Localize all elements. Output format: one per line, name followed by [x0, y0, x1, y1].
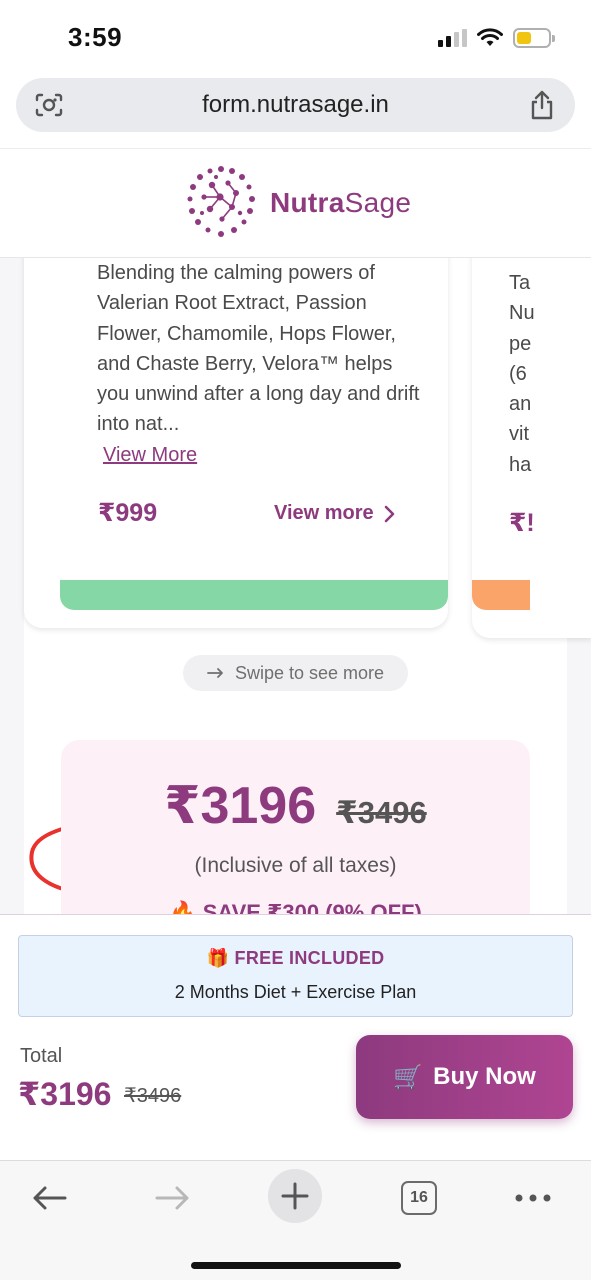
wifi-icon — [477, 28, 503, 46]
tab-switcher-button[interactable]: 16 — [396, 1173, 442, 1223]
free-included-subtitle: 2 Months Diet + Exercise Plan — [174, 982, 417, 1002]
price-summary-box: ₹3196 ₹3496 (Inclusive of all taxes) 🔥 S… — [61, 740, 530, 914]
product-price: ₹999 — [98, 499, 158, 527]
forward-button[interactable] — [148, 1173, 198, 1223]
url-text[interactable]: form.nutrasage.in — [16, 91, 575, 119]
arrow-right-icon — [155, 1186, 189, 1210]
browser-toolbar: 16 — [0, 1160, 591, 1280]
free-included-title: 🎁 FREE INCLUDED — [206, 948, 385, 968]
buy-now-button[interactable]: 🛒 Buy Now — [356, 1035, 573, 1119]
more-button[interactable] — [508, 1173, 558, 1223]
next-card-description: Ta Nu pe (6 an vit ha — [509, 272, 535, 476]
battery-icon — [513, 28, 555, 48]
chevron-right-icon — [384, 505, 394, 522]
total-original-price: ₹3496 — [124, 1085, 182, 1107]
nutrasage-logo-icon — [187, 166, 255, 237]
status-time: 3:59 — [68, 22, 123, 52]
original-price: ₹3496 — [336, 795, 427, 830]
next-card-accent-bar — [472, 580, 530, 610]
tax-note: (Inclusive of all taxes) — [194, 854, 397, 877]
arrow-left-icon — [33, 1186, 67, 1210]
back-button[interactable] — [24, 1173, 74, 1223]
more-dots-icon — [515, 1194, 551, 1202]
next-card-price: ₹! — [509, 509, 535, 537]
total-price: ₹3196 — [18, 1076, 112, 1112]
product-card-accent-bar — [60, 580, 448, 610]
status-bar: 3:59 — [0, 0, 591, 72]
status-icons — [438, 28, 555, 48]
savings-text: 🔥 SAVE ₹300 (9% OFF) — [169, 900, 422, 914]
plus-icon — [281, 1182, 309, 1210]
view-more-button[interactable]: View more — [274, 502, 396, 525]
product-description: Blending the calming powers of Valerian … — [97, 258, 427, 470]
current-price: ₹3196 — [164, 777, 317, 835]
swipe-hint: Swipe to see more — [183, 655, 408, 691]
cellular-signal-icon — [438, 29, 467, 47]
total-label: Total — [20, 1045, 63, 1067]
product-card[interactable]: Blending the calming powers of Valerian … — [24, 258, 448, 628]
cart-icon: 🛒 — [393, 1063, 424, 1091]
free-included-banner: 🎁 FREE INCLUDED 2 Months Diet + Exercise… — [18, 935, 573, 1017]
sticky-purchase-bar: 🎁 FREE INCLUDED 2 Months Diet + Exercise… — [0, 914, 591, 1160]
home-indicator[interactable] — [191, 1262, 401, 1269]
site-header: NutraSage — [0, 148, 591, 258]
address-bar[interactable]: form.nutrasage.in — [16, 78, 575, 132]
view-more-link[interactable]: View More — [103, 440, 197, 470]
arrow-right-icon — [207, 668, 223, 678]
page-content[interactable]: Blending the calming powers of Valerian … — [0, 258, 591, 914]
new-tab-button[interactable] — [268, 1169, 322, 1223]
share-icon[interactable] — [529, 90, 555, 125]
tab-count: 16 — [401, 1181, 437, 1215]
brand-name: NutraSage — [270, 187, 412, 218]
